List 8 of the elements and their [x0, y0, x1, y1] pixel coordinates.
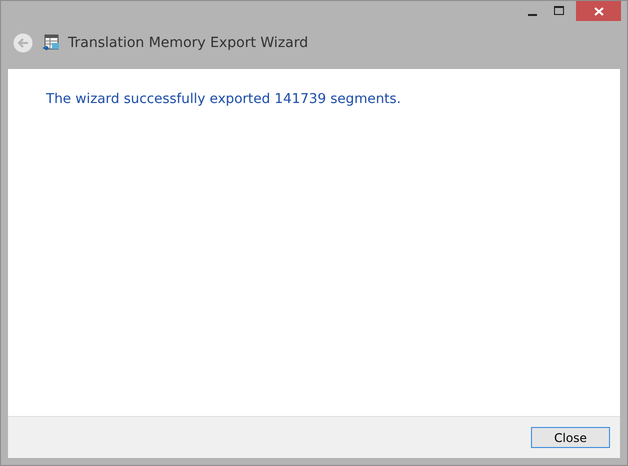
window-title: Translation Memory Export Wizard — [68, 34, 308, 50]
maximize-icon — [554, 6, 565, 16]
close-button[interactable] — [576, 1, 621, 21]
table-export-icon — [43, 34, 61, 52]
close-dialog-button[interactable]: Close — [531, 427, 610, 448]
close-icon — [594, 6, 604, 16]
minimize-icon — [528, 14, 537, 16]
success-message: The wizard successfully exported 141739 segments. — [46, 91, 402, 107]
